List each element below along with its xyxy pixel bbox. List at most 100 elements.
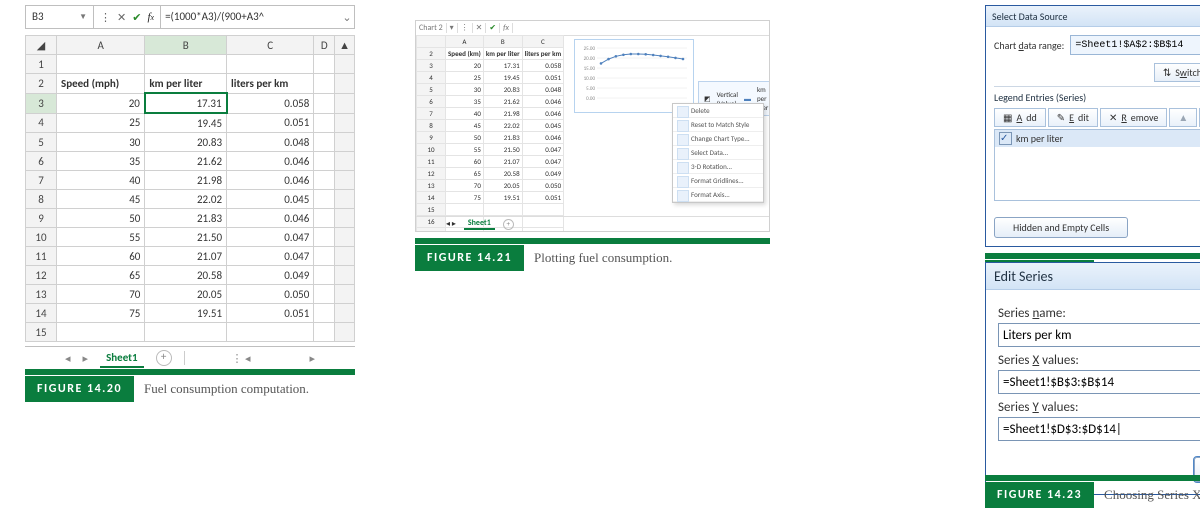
- col-header-d[interactable]: D: [314, 36, 335, 55]
- sheet-tab[interactable]: Sheet1: [464, 218, 495, 230]
- series-y-input[interactable]: [998, 417, 1200, 441]
- worksheet-grid[interactable]: ABC2Speed (km)km per literliters per km3…: [416, 35, 564, 232]
- row-header[interactable]: 11: [26, 247, 57, 266]
- chevron-down-icon[interactable]: ▾: [447, 23, 458, 33]
- cell[interactable]: 20.05: [145, 285, 227, 304]
- tab-nav-prev-icon[interactable]: ◂: [65, 352, 71, 365]
- embedded-chart[interactable]: 25.0020.0015.0010.005.000.00: [574, 39, 694, 113]
- row-header[interactable]: 4: [26, 113, 57, 133]
- row-header[interactable]: 14: [26, 304, 57, 323]
- name-box[interactable]: B3 ▼: [26, 6, 94, 28]
- cell[interactable]: 65: [57, 266, 145, 285]
- row-header[interactable]: 13: [26, 285, 57, 304]
- row-header[interactable]: 5: [26, 133, 57, 152]
- move-up-button[interactable]: ▲: [1169, 108, 1197, 127]
- cell[interactable]: 45: [57, 190, 145, 209]
- checkbox-icon[interactable]: [999, 132, 1012, 145]
- menu-item[interactable]: Reset to Match Style: [673, 118, 763, 132]
- cancel-icon[interactable]: ✕: [117, 11, 126, 24]
- cell[interactable]: 19.45: [145, 113, 227, 133]
- context-menu[interactable]: DeleteReset to Match StyleChange Chart T…: [672, 103, 764, 203]
- col-header-b[interactable]: B: [145, 36, 227, 55]
- sheet-tab[interactable]: Sheet1: [100, 349, 144, 368]
- select-all-cell[interactable]: ◢: [26, 36, 57, 55]
- row-header[interactable]: 6: [26, 152, 57, 171]
- cell[interactable]: 35: [57, 152, 145, 171]
- cell[interactable]: 0.049: [227, 266, 314, 285]
- remove-series-button[interactable]: ✕ Remove: [1100, 108, 1167, 127]
- cell[interactable]: 30: [57, 133, 145, 152]
- row-header[interactable]: 3: [26, 93, 57, 113]
- cell[interactable]: Speed (mph): [57, 74, 145, 94]
- cell[interactable]: 75: [57, 304, 145, 323]
- tab-nav-icon[interactable]: ◂ ▸: [446, 219, 456, 229]
- row-header[interactable]: 2: [26, 74, 57, 94]
- menu-item[interactable]: Select Data...: [673, 146, 763, 160]
- menu-item[interactable]: Format Axis...: [673, 188, 763, 202]
- cell[interactable]: 0.051: [227, 304, 314, 323]
- cell[interactable]: 50: [57, 209, 145, 228]
- row-header[interactable]: 15: [26, 323, 57, 342]
- add-series-button[interactable]: ▦ Add: [994, 108, 1046, 127]
- chart-data-range-input[interactable]: [1070, 35, 1200, 55]
- row-header[interactable]: 8: [26, 190, 57, 209]
- fx-icon[interactable]: fx: [500, 23, 513, 33]
- switch-row-column-button[interactable]: ⇅ Switch Row/Column: [1154, 63, 1200, 82]
- row-header[interactable]: 10: [26, 228, 57, 247]
- series-name-input[interactable]: [998, 323, 1200, 347]
- row-header[interactable]: 12: [26, 266, 57, 285]
- row-header[interactable]: 7: [26, 171, 57, 190]
- cell[interactable]: 0.045: [227, 190, 314, 209]
- enter-icon[interactable]: ✔: [132, 11, 141, 24]
- menu-item[interactable]: Change Chart Type...: [673, 132, 763, 146]
- cell[interactable]: 21.98: [145, 171, 227, 190]
- cell[interactable]: 21.62: [145, 152, 227, 171]
- add-sheet-icon[interactable]: +: [503, 219, 514, 230]
- cell[interactable]: liters per km: [227, 74, 314, 94]
- cell[interactable]: 0.047: [227, 247, 314, 266]
- list-item[interactable]: km per liter: [995, 130, 1200, 147]
- edit-series-button[interactable]: ✎ Edit: [1048, 108, 1098, 127]
- cell[interactable]: 0.058: [227, 93, 314, 113]
- col-header-a[interactable]: A: [57, 36, 145, 55]
- cell[interactable]: 20.83: [145, 133, 227, 152]
- cell[interactable]: 21.07: [145, 247, 227, 266]
- cell[interactable]: 22.02: [145, 190, 227, 209]
- chevron-down-icon[interactable]: ▼: [79, 6, 87, 28]
- cell[interactable]: 0.050: [227, 285, 314, 304]
- cell[interactable]: 20.58: [145, 266, 227, 285]
- cell[interactable]: 0.051: [227, 113, 314, 133]
- row-header[interactable]: 1: [26, 55, 57, 74]
- cell[interactable]: 0.046: [227, 209, 314, 228]
- cell[interactable]: km per liter: [145, 74, 227, 94]
- menu-item[interactable]: 3-D Rotation...: [673, 160, 763, 174]
- cell[interactable]: 0.046: [227, 152, 314, 171]
- cancel-icon[interactable]: ✕: [473, 23, 487, 33]
- cell[interactable]: 17.31: [145, 93, 227, 113]
- scroll-right-icon[interactable]: ▸: [309, 352, 315, 365]
- hidden-cells-button[interactable]: Hidden and Empty Cells: [994, 217, 1128, 238]
- scroll-left-icon[interactable]: ⋮ ◂: [232, 352, 251, 365]
- tab-nav-next-icon[interactable]: ▸: [83, 352, 89, 365]
- cell[interactable]: 19.51: [145, 304, 227, 323]
- cell[interactable]: 60: [57, 247, 145, 266]
- cell[interactable]: 40: [57, 171, 145, 190]
- cell[interactable]: 25: [57, 113, 145, 133]
- expand-formula-icon[interactable]: ⌄: [340, 11, 354, 24]
- enter-icon[interactable]: ✔: [486, 23, 500, 33]
- name-box[interactable]: Chart 2: [416, 23, 447, 33]
- cell[interactable]: 0.048: [227, 133, 314, 152]
- cell[interactable]: 20: [57, 93, 145, 113]
- series-listbox[interactable]: km per liter: [994, 129, 1200, 201]
- series-x-input[interactable]: [998, 370, 1200, 394]
- formula-input[interactable]: =(1000*A3)/(900+A3^: [161, 6, 340, 28]
- worksheet-grid[interactable]: ◢ A B C D ▲ 1 2 Speed (mph) km per liter…: [25, 35, 355, 342]
- fx-icon[interactable]: fx: [147, 11, 154, 23]
- cell[interactable]: 70: [57, 285, 145, 304]
- cell[interactable]: 21.83: [145, 209, 227, 228]
- add-sheet-icon[interactable]: +: [156, 350, 172, 366]
- chart-elements-icon[interactable]: ◩: [704, 94, 711, 103]
- menu-item[interactable]: Delete: [673, 104, 763, 118]
- cell[interactable]: 21.50: [145, 228, 227, 247]
- cell[interactable]: 0.046: [227, 171, 314, 190]
